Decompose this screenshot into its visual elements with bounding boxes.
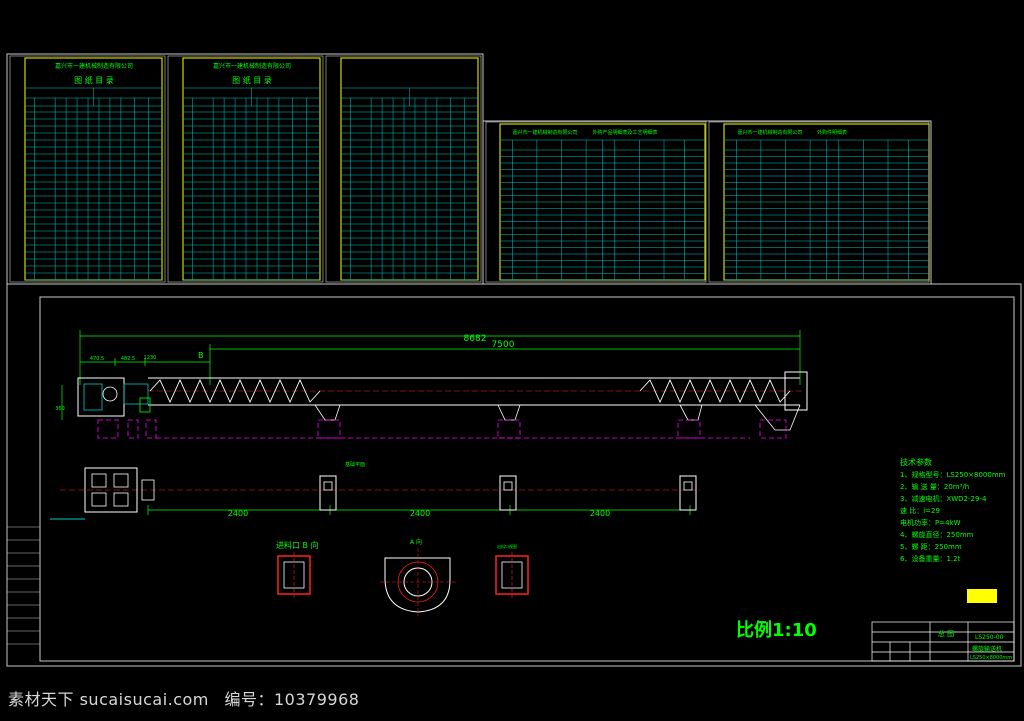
title-block-spec: LS250×8000mm xyxy=(970,655,1012,661)
sheet-2: 嘉兴市一建机械制造有限公司 图 纸 目 录 xyxy=(167,55,324,283)
sheet-4-company: 嘉兴市一建机械制造有限公司 xyxy=(512,129,577,136)
dim-pitch-1: 2400 xyxy=(228,509,248,518)
title-block-name: 总 图 xyxy=(938,629,954,638)
drawing-inner-frame xyxy=(39,296,1015,662)
dim-left-c: 1230 xyxy=(144,355,157,361)
dim-span: 7500 xyxy=(492,340,515,350)
tech-params-block: 技术参数 1、规格型号：LS250×8000mm 2、输 送 量：20m³/h … xyxy=(900,457,1006,563)
section-a-label: A 向 xyxy=(410,538,422,546)
tech-param-line-1: 1、规格型号：LS250×8000mm xyxy=(900,470,1006,479)
outlet-view xyxy=(495,552,529,598)
sheet-4-title: 外购产品明细表及工艺明细表 xyxy=(592,129,657,136)
foundation-outline xyxy=(97,419,787,439)
watermark-site: 素材天下 sucaisucai.com xyxy=(8,690,209,709)
sheet-1-company: 嘉兴市一建机械制造有限公司 xyxy=(55,62,133,70)
inlet-view-label: 进料口 B 向 xyxy=(276,540,319,550)
sheets-frame xyxy=(6,53,484,285)
outlet-view-label: 出料口视图 xyxy=(497,543,517,549)
sheets-frame-right xyxy=(482,120,932,285)
dim-left-a: 470.5 xyxy=(90,356,104,362)
tech-param-line-4: 速 比：i=29 xyxy=(900,506,940,515)
tech-param-line-3: 3、减速电机：XWD2-29-4 xyxy=(900,494,987,503)
dim-left-b: 482.5 xyxy=(121,356,135,362)
sheet-2-title: 图 纸 目 录 xyxy=(232,75,272,85)
sheet-5-title: 外购件明细表 xyxy=(817,129,847,136)
sheet-2-company: 嘉兴市一建机械制造有限公司 xyxy=(213,62,291,70)
tech-param-line-7: 5、螺 距：250mm xyxy=(900,542,962,551)
section-a-view xyxy=(380,548,456,616)
sheet-1: 嘉兴市一建机械制造有限公司 图 纸 目 录 xyxy=(9,55,166,283)
title-block-product: 螺旋输送机 xyxy=(972,645,1002,653)
section-label-b: B xyxy=(198,351,204,360)
inlet-view xyxy=(277,552,311,598)
scale-label: 比例1:10 xyxy=(736,619,817,641)
conveyor-elevation xyxy=(77,371,808,431)
dim-height: 360 xyxy=(55,406,65,412)
tech-param-line-8: 6、设备重量：1.2t xyxy=(900,554,961,563)
sheet-5-company: 嘉兴市一建机械制造有限公司 xyxy=(737,129,802,136)
watermark: 素材天下 sucaisucai.com 编号：10379968 xyxy=(8,686,369,710)
sheet-3 xyxy=(325,55,482,283)
dimension-lines xyxy=(61,330,801,515)
plan-label: 基础平面 xyxy=(345,461,365,468)
title-block-code: LS250-00 xyxy=(975,634,1004,641)
watermark-id: 编号：10379968 xyxy=(224,690,360,709)
tech-param-line-5: 电机功率：P=4kW xyxy=(900,518,961,527)
tech-params-title: 技术参数 xyxy=(900,457,932,467)
cad-drawing-canvas: 嘉兴市一建机械制造有限公司 图 纸 目 录 嘉兴市一建机械制造有限公司 图 纸 … xyxy=(6,53,1022,667)
left-margin-strips xyxy=(7,526,40,645)
dim-pitch-2: 2400 xyxy=(410,509,430,518)
tech-param-line-2: 2、输 送 量：20m³/h xyxy=(900,482,969,491)
dim-pitch-3: 2400 xyxy=(590,509,610,518)
yellow-marker xyxy=(967,589,997,603)
dim-overall: 8682 xyxy=(464,334,487,344)
sheet-1-title: 图 纸 目 录 xyxy=(74,75,114,85)
tech-param-line-6: 4、螺旋直径：250mm xyxy=(900,530,974,539)
table-grids xyxy=(25,87,929,281)
